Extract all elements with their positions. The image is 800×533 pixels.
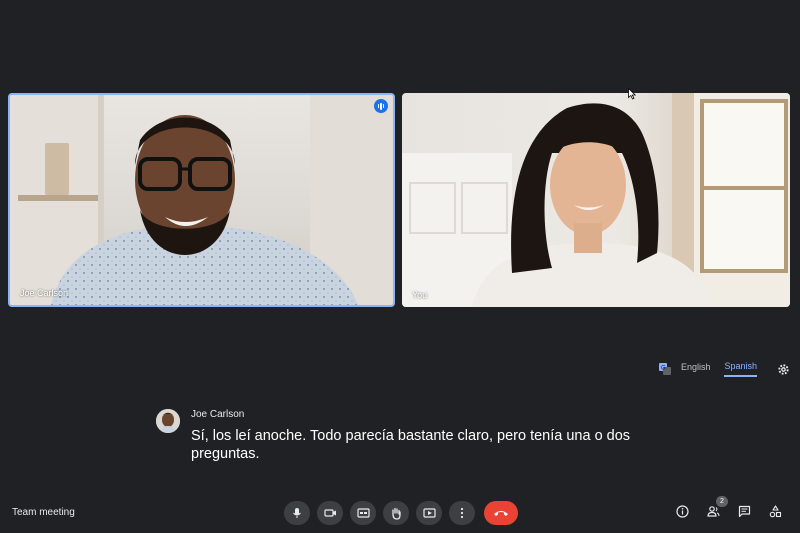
call-controls xyxy=(284,501,518,525)
more-options-icon xyxy=(460,507,464,519)
mic-icon xyxy=(293,508,301,518)
info-icon xyxy=(675,504,689,518)
video-tile-joe-carlson[interactable]: Joe Carlson xyxy=(8,93,395,307)
meeting-details-button[interactable] xyxy=(675,503,689,519)
participant-video-joe xyxy=(10,95,393,305)
camera-icon xyxy=(323,509,336,517)
people-count-badge: 2 xyxy=(716,496,728,507)
raise-hand-icon xyxy=(392,507,401,520)
participant-name: You xyxy=(412,290,428,300)
avatar xyxy=(156,409,180,433)
end-call-icon xyxy=(494,511,508,516)
speaking-indicator-icon xyxy=(374,99,388,113)
mouse-cursor-icon xyxy=(628,88,636,100)
caption-speaker-name: Joe Carlson xyxy=(191,409,245,420)
end-call-button[interactable] xyxy=(484,501,518,525)
language-option-english[interactable]: English xyxy=(681,362,711,376)
people-button[interactable]: 2 xyxy=(706,496,728,519)
present-screen-icon xyxy=(422,508,436,518)
language-option-spanish[interactable]: Spanish xyxy=(724,361,757,377)
video-tile-you[interactable]: You xyxy=(402,93,790,307)
meeting-title: Team meeting xyxy=(12,507,75,518)
raise-hand-button[interactable] xyxy=(383,501,409,525)
chat-button[interactable] xyxy=(737,503,751,519)
present-button[interactable] xyxy=(416,501,442,525)
captions-button[interactable] xyxy=(350,501,376,525)
activities-icon xyxy=(769,504,781,517)
activities-button[interactable] xyxy=(768,503,782,519)
participant-video-you xyxy=(402,93,790,307)
caption-language-bar: G English Spanish xyxy=(658,361,790,377)
svg-text:G: G xyxy=(661,366,666,372)
people-icon xyxy=(706,505,719,517)
side-panel-controls: 2 xyxy=(675,496,782,519)
mic-button[interactable] xyxy=(284,501,310,525)
gear-icon[interactable] xyxy=(777,363,790,376)
chat-icon xyxy=(738,505,750,517)
participant-name: Joe Carlson xyxy=(20,288,69,298)
closed-captions-icon xyxy=(356,508,370,518)
more-options-button[interactable] xyxy=(449,501,475,525)
camera-button[interactable] xyxy=(317,501,343,525)
translate-icon[interactable]: G xyxy=(658,363,671,375)
caption-text: Sí, los leí anoche. Todo parecía bastant… xyxy=(191,428,631,462)
